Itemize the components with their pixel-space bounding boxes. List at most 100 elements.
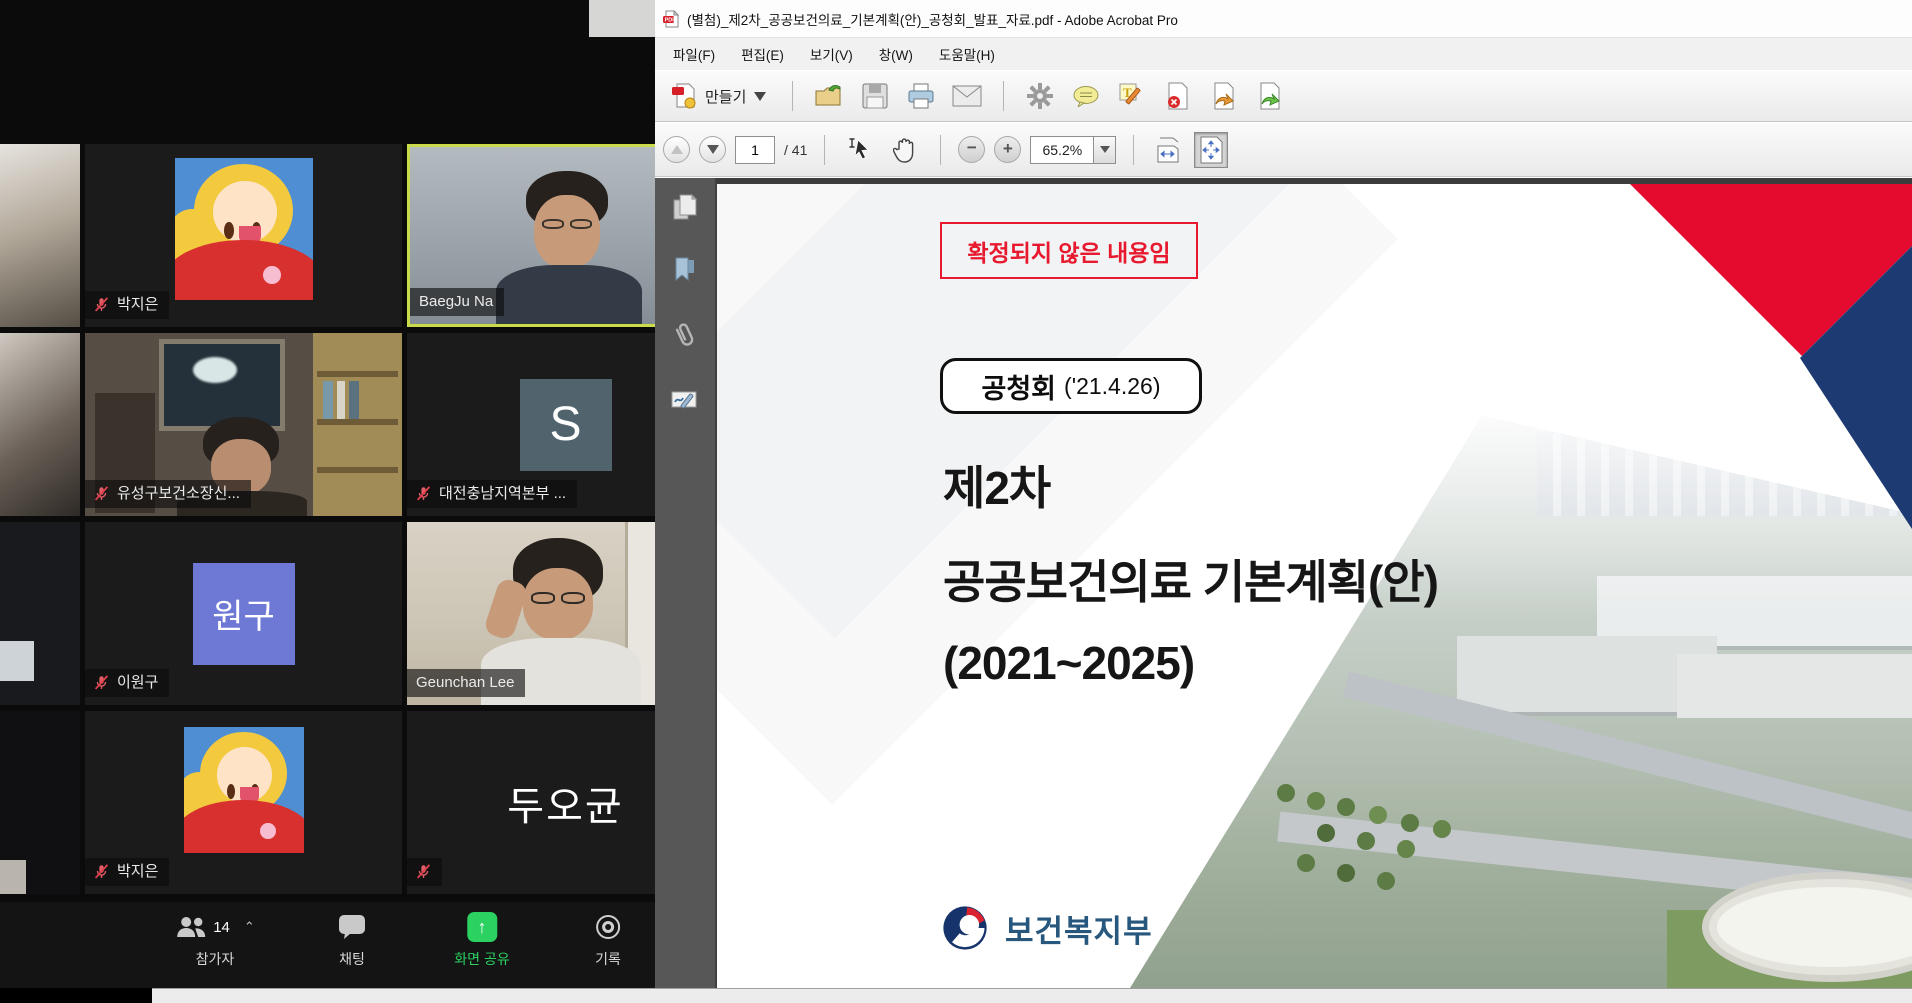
participant-name-tag: Geunchan Lee	[407, 669, 525, 697]
open-file-button[interactable]	[811, 77, 847, 115]
taskbar-gap	[0, 988, 152, 1003]
windows-taskbar-edge[interactable]	[152, 988, 1912, 1003]
page-delete-button[interactable]	[1160, 77, 1196, 115]
menu-edit[interactable]: 편집(E)	[741, 44, 784, 64]
acrobat-main-toolbar: 만들기	[655, 70, 1912, 122]
avatar	[184, 727, 304, 853]
screen-share-button[interactable]: ↑ 화면 공유	[454, 912, 509, 969]
select-cursor-icon	[848, 137, 872, 163]
participant-name-tag	[407, 858, 442, 886]
hand-tool-button[interactable]	[887, 131, 923, 169]
save-button[interactable]	[857, 77, 893, 115]
participant-name: 박지은	[117, 864, 158, 879]
tools-gear-button[interactable]	[1022, 77, 1058, 115]
page-export-icon	[1212, 82, 1236, 110]
signatures-button[interactable]	[670, 384, 700, 414]
badge-title: 공청회	[982, 367, 1057, 406]
participant-tile[interactable]	[0, 333, 80, 516]
participant-tile[interactable]	[0, 144, 80, 327]
participant-tile[interactable]: S 대전충남지역본부 ...	[407, 333, 655, 516]
page-send-button[interactable]	[1252, 77, 1288, 115]
record-button[interactable]: 기록	[595, 912, 621, 969]
participant-name-tag: BaegJu Na	[410, 288, 504, 316]
arrow-down-icon	[707, 145, 719, 154]
participant-name: 대전충남지역본부 ...	[439, 486, 566, 501]
participants-icon	[175, 915, 207, 939]
create-pdf-button[interactable]: 만들기	[663, 78, 774, 114]
print-icon	[907, 83, 935, 109]
participant-tile[interactable]: 박지은	[85, 144, 402, 327]
next-page-button[interactable]	[699, 136, 726, 163]
zoom-out-button[interactable]: −	[958, 136, 985, 163]
zoom-level-value[interactable]: 65.2%	[1030, 136, 1094, 164]
menu-view[interactable]: 보기(V)	[810, 44, 853, 64]
zoom-in-button[interactable]: +	[994, 136, 1021, 163]
participants-count: 14	[213, 919, 230, 936]
participant-name-tag: 대전충남지역본부 ...	[407, 480, 577, 508]
hand-icon	[893, 137, 917, 163]
acrobat-menubar: 파일(F) 편집(E) 보기(V) 창(W) 도움말(H)	[655, 37, 1912, 70]
participant-name-tag: 박지은	[85, 291, 169, 319]
record-label: 기록	[595, 949, 621, 969]
avatar	[175, 158, 313, 300]
signature-icon	[671, 387, 699, 411]
open-folder-icon	[814, 83, 844, 109]
participant-tile[interactable]	[0, 522, 80, 705]
chevron-up-icon[interactable]: ⌃	[244, 919, 255, 935]
select-tool-button[interactable]	[842, 131, 878, 169]
participant-display-name: 두오균	[507, 774, 623, 832]
menu-file[interactable]: 파일(F)	[673, 44, 715, 64]
edit-text-button[interactable]: T	[1114, 77, 1150, 115]
fit-width-button[interactable]	[1151, 132, 1185, 168]
menu-window[interactable]: 창(W)	[879, 44, 913, 64]
fit-page-button[interactable]	[1194, 132, 1228, 168]
participant-tile-active-speaker[interactable]: BaegJu Na	[407, 144, 655, 327]
participant-tile[interactable]: 유성구보건소장신...	[85, 333, 402, 516]
participant-name-tag: 유성구보건소장신...	[85, 480, 251, 508]
menu-help[interactable]: 도움말(H)	[939, 44, 995, 64]
email-button[interactable]	[949, 77, 985, 115]
participants-label: 참가자	[196, 949, 235, 969]
mic-muted-icon	[416, 486, 431, 501]
acrobat-content-area: 확정되지 않은 내용임 공청회 ('21.4.26) 제2차 공공보건의료 기본…	[655, 178, 1912, 988]
minus-icon: −	[967, 138, 977, 158]
mic-muted-icon	[94, 486, 109, 501]
page-number-input[interactable]	[735, 136, 775, 164]
zoom-control-bar: 14 ⌃ 참가자 채팅 ↑ 화면 공유 기록	[0, 902, 655, 988]
page-total-label: / 41	[784, 142, 807, 158]
zoom-meeting-window: 박지은 BaegJu Na	[0, 0, 655, 988]
participant-name: 이원구	[117, 675, 158, 690]
pdf-page[interactable]: 확정되지 않은 내용임 공청회 ('21.4.26) 제2차 공공보건의료 기본…	[717, 184, 1912, 988]
mic-muted-icon	[416, 864, 431, 879]
slide-notice-box: 확정되지 않은 내용임	[940, 222, 1198, 279]
chat-label: 채팅	[339, 949, 365, 969]
comment-button[interactable]	[1068, 77, 1104, 115]
participant-tile[interactable]: 두오균	[407, 711, 655, 894]
page-delete-icon	[1166, 82, 1190, 110]
page-export-button[interactable]	[1206, 77, 1242, 115]
fit-width-icon	[1155, 137, 1181, 163]
participant-tile[interactable]	[0, 711, 80, 894]
participant-name-tag: 박지은	[85, 858, 169, 886]
screen-share-icon: ↑	[467, 912, 497, 942]
chat-button[interactable]: 채팅	[338, 912, 366, 969]
attachments-button[interactable]	[670, 320, 700, 350]
chat-icon	[338, 914, 366, 940]
participant-tile[interactable]: Geunchan Lee	[407, 522, 655, 705]
fit-page-icon	[1198, 136, 1224, 164]
zoom-level-dropdown[interactable]	[1094, 136, 1116, 164]
acrobat-titlebar[interactable]: PDF (별첨)_제2차_공공보건의료_기본계획(안)_공청회_발표_자료.pd…	[655, 0, 1912, 37]
participant-tile[interactable]: 박지은	[85, 711, 402, 894]
bookmarks-button[interactable]	[670, 256, 700, 286]
participants-button[interactable]: 14 ⌃ 참가자	[175, 912, 255, 969]
record-icon	[596, 915, 620, 939]
dropdown-arrow-icon	[1100, 146, 1110, 153]
participant-name: 유성구보건소장신...	[117, 486, 240, 501]
print-button[interactable]	[903, 77, 939, 115]
edit-text-icon: T	[1119, 83, 1145, 109]
previous-page-button[interactable]	[663, 136, 690, 163]
arrow-up-icon	[671, 145, 683, 154]
participant-tile[interactable]: 원구 이원구	[85, 522, 402, 705]
page-thumbnails-button[interactable]	[670, 192, 700, 222]
email-envelope-icon	[952, 85, 982, 107]
